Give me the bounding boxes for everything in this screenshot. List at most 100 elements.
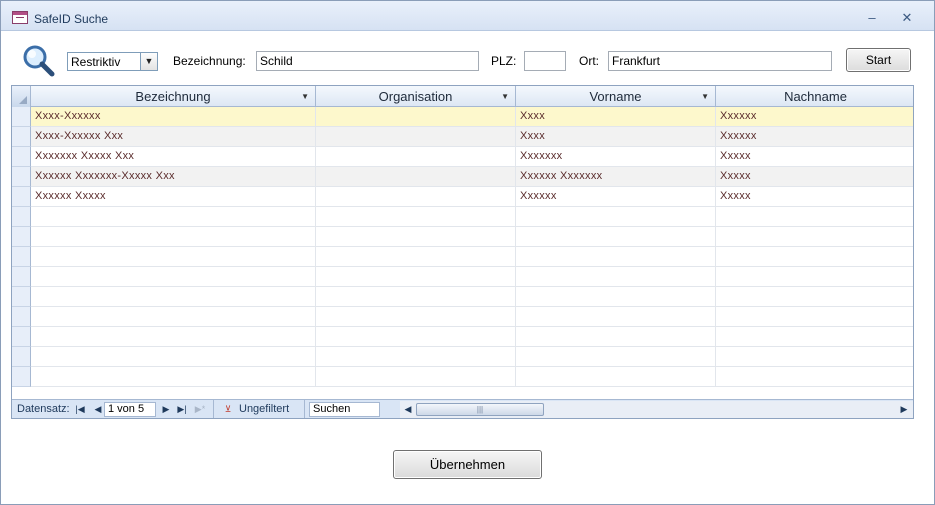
table-cell[interactable] <box>316 367 516 387</box>
filter-status[interactable]: Ungefiltert <box>239 403 289 415</box>
table-cell[interactable]: Xxxxxx <box>716 127 913 147</box>
table-cell[interactable] <box>31 247 316 267</box>
table-cell[interactable]: Xxxxxxx <box>516 147 716 167</box>
row-selector[interactable] <box>12 287 31 307</box>
table-cell[interactable] <box>716 347 913 367</box>
table-cell[interactable] <box>316 167 516 187</box>
scroll-left-icon[interactable]: ◀ <box>402 402 414 416</box>
row-selector[interactable] <box>12 367 31 387</box>
table-cell[interactable] <box>31 267 316 287</box>
row-selector[interactable] <box>12 247 31 267</box>
table-cell[interactable]: Xxxxxx <box>516 187 716 207</box>
row-selector[interactable] <box>12 147 31 167</box>
table-cell[interactable] <box>316 187 516 207</box>
table-cell[interactable] <box>716 287 913 307</box>
previous-record-icon[interactable]: ◀ <box>92 402 104 416</box>
row-selector[interactable] <box>12 267 31 287</box>
ort-input[interactable]: Frankfurt <box>608 51 832 71</box>
table-row[interactable] <box>12 327 913 347</box>
table-cell[interactable] <box>516 307 716 327</box>
table-cell[interactable] <box>31 307 316 327</box>
table-cell[interactable] <box>516 327 716 347</box>
table-cell[interactable] <box>316 327 516 347</box>
select-all-button[interactable] <box>12 86 31 107</box>
table-cell[interactable] <box>31 227 316 247</box>
table-cell[interactable]: Xxxxx <box>716 167 913 187</box>
table-cell[interactable]: Xxxxx <box>716 147 913 167</box>
search-box[interactable]: Suchen <box>309 402 380 417</box>
table-cell[interactable] <box>31 327 316 347</box>
table-row[interactable] <box>12 347 913 367</box>
row-selector[interactable] <box>12 187 31 207</box>
column-header-bezeichnung[interactable]: Bezeichnung ▼ <box>31 86 316 107</box>
table-cell[interactable]: Xxxxxx <box>716 107 913 127</box>
table-cell[interactable] <box>316 347 516 367</box>
scroll-right-icon[interactable]: ▶ <box>898 402 910 416</box>
column-header-organisation[interactable]: Organisation ▼ <box>316 86 516 107</box>
record-position-input[interactable]: 1 von 5 <box>104 402 156 417</box>
column-header-vorname[interactable]: Vorname ▼ <box>516 86 716 107</box>
table-row[interactable]: Xxxx-Xxxxxx Xxxx Xxxxxx <box>12 107 913 127</box>
table-cell[interactable] <box>316 147 516 167</box>
row-selector[interactable] <box>12 227 31 247</box>
table-cell[interactable] <box>31 347 316 367</box>
row-selector[interactable] <box>12 327 31 347</box>
minimize-button[interactable]: – <box>863 10 881 26</box>
table-cell[interactable] <box>716 327 913 347</box>
table-cell[interactable]: Xxxxx <box>716 187 913 207</box>
table-row[interactable] <box>12 247 913 267</box>
table-cell[interactable] <box>316 207 516 227</box>
scrollbar-thumb[interactable]: ||| <box>416 403 544 416</box>
horizontal-scrollbar[interactable]: ◀ ||| ▶ <box>400 401 913 418</box>
table-row[interactable]: Xxxxxxx Xxxxx Xxx Xxxxxxx Xxxxx <box>12 147 913 167</box>
close-button[interactable]: ✕ <box>898 10 916 26</box>
table-cell[interactable] <box>31 207 316 227</box>
accept-button[interactable]: Übernehmen <box>393 450 542 479</box>
table-cell[interactable] <box>516 287 716 307</box>
sort-dropdown-icon[interactable]: ▼ <box>701 86 709 107</box>
table-cell[interactable] <box>31 367 316 387</box>
table-cell[interactable] <box>316 287 516 307</box>
table-cell[interactable]: Xxxx-Xxxxxx Xxx <box>31 127 316 147</box>
table-cell[interactable] <box>316 107 516 127</box>
row-selector[interactable] <box>12 207 31 227</box>
sort-dropdown-icon[interactable]: ▼ <box>501 86 509 107</box>
column-header-nachname[interactable]: Nachname <box>716 86 913 107</box>
table-row[interactable]: Xxxxxx Xxxxxxx-Xxxxx Xxx Xxxxxx Xxxxxxx Xx… <box>12 167 913 187</box>
table-cell[interactable] <box>316 267 516 287</box>
first-record-icon[interactable]: |◀ <box>74 402 86 416</box>
table-cell[interactable] <box>316 127 516 147</box>
table-cell[interactable] <box>716 227 913 247</box>
table-row[interactable] <box>12 267 913 287</box>
row-selector[interactable] <box>12 347 31 367</box>
row-selector[interactable] <box>12 107 31 127</box>
table-cell[interactable]: Xxxxxx Xxxxxxx-Xxxxx Xxx <box>31 167 316 187</box>
table-cell[interactable] <box>516 227 716 247</box>
sort-dropdown-icon[interactable]: ▼ <box>301 86 309 107</box>
table-cell[interactable] <box>516 247 716 267</box>
table-cell[interactable] <box>716 307 913 327</box>
table-cell[interactable] <box>316 247 516 267</box>
table-cell[interactable] <box>316 227 516 247</box>
table-cell[interactable]: Xxxx-Xxxxxx <box>31 107 316 127</box>
table-cell[interactable]: Xxxxxxx Xxxxx Xxx <box>31 147 316 167</box>
table-cell[interactable] <box>516 267 716 287</box>
row-selector[interactable] <box>12 127 31 147</box>
table-cell[interactable] <box>716 367 913 387</box>
table-cell[interactable]: Xxxxxx Xxxxx <box>31 187 316 207</box>
table-row[interactable] <box>12 207 913 227</box>
table-cell[interactable] <box>716 247 913 267</box>
table-row[interactable] <box>12 367 913 387</box>
table-row[interactable] <box>12 227 913 247</box>
start-button[interactable]: Start <box>846 48 911 72</box>
table-row[interactable]: Xxxx-Xxxxxx Xxx Xxxx Xxxxxx <box>12 127 913 147</box>
table-cell[interactable] <box>316 307 516 327</box>
table-row[interactable] <box>12 307 913 327</box>
mode-select[interactable]: Restriktiv ▼ <box>67 52 158 71</box>
last-record-icon[interactable]: ▶| <box>176 402 188 416</box>
table-cell[interactable] <box>516 347 716 367</box>
chevron-down-icon[interactable]: ▼ <box>140 53 157 70</box>
table-cell[interactable]: Xxxx <box>516 127 716 147</box>
table-cell[interactable] <box>716 267 913 287</box>
row-selector[interactable] <box>12 307 31 327</box>
